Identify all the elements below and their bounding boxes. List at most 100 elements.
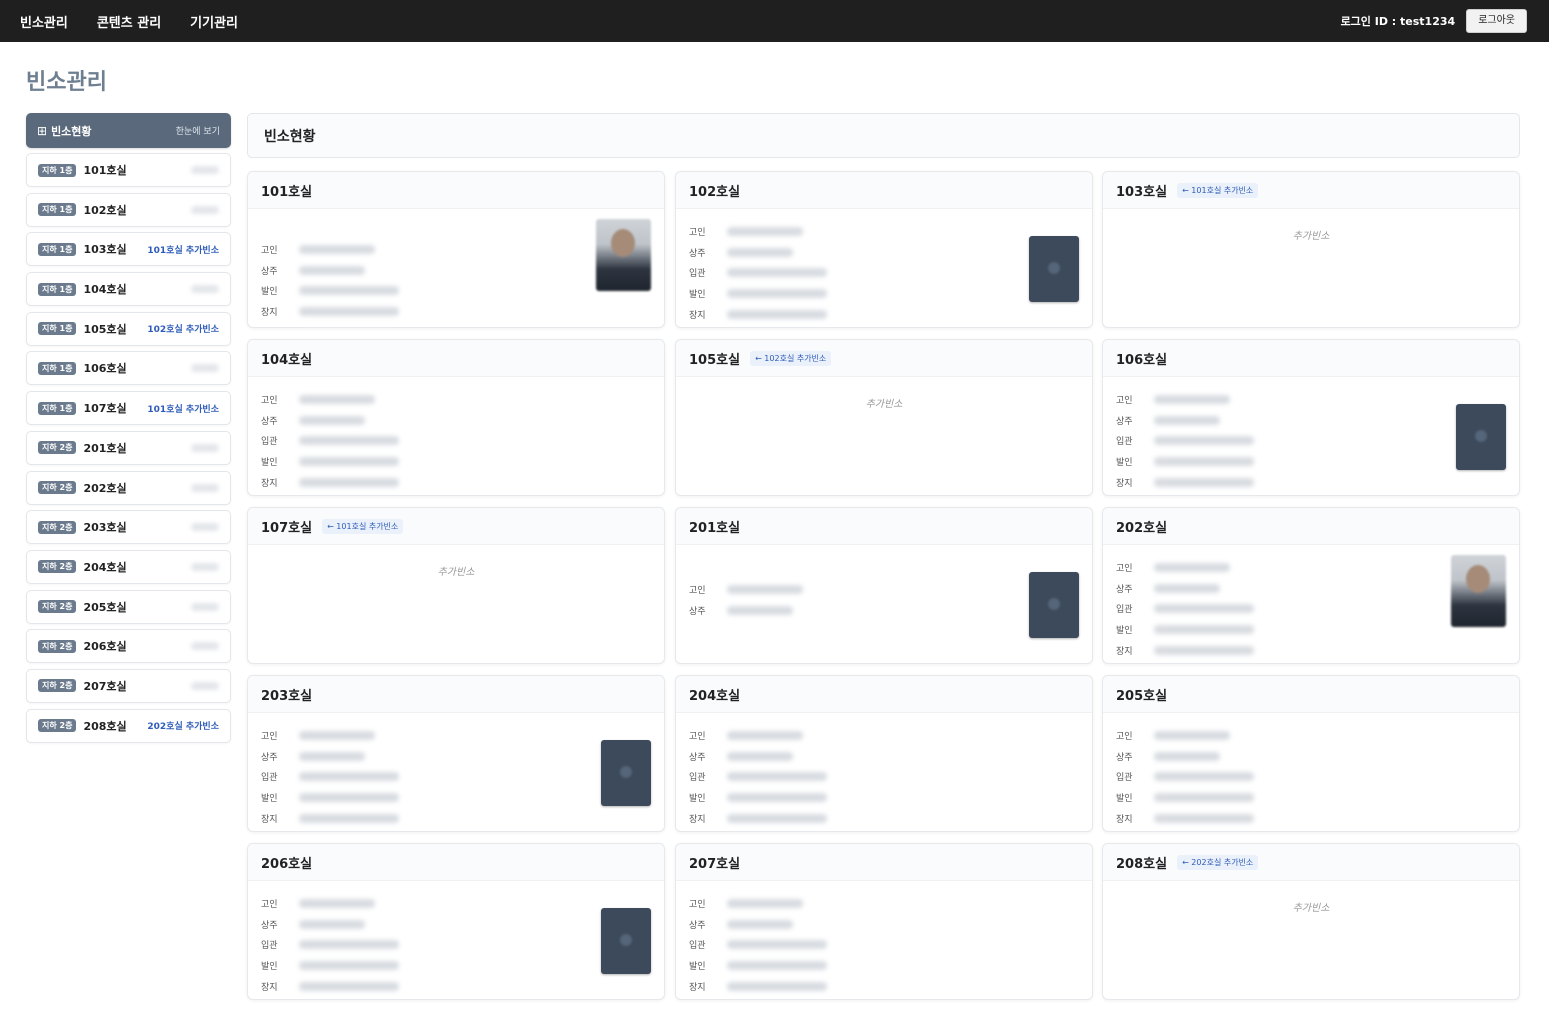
info-row: 장지 xyxy=(261,301,651,322)
room-card[interactable]: 105호실 ← 102호실 추가빈소 추가빈소 xyxy=(675,339,1093,496)
extra-room-tag: ← 101호실 추가빈소 xyxy=(1177,182,1259,198)
blurred-value xyxy=(1154,792,1254,802)
nav-funeral-room[interactable]: 빈소관리 xyxy=(20,12,68,31)
info-row-label: 고인 xyxy=(1116,731,1133,742)
room-card[interactable]: 106호실 고인 상주 입관 발인 장지 xyxy=(1102,339,1520,496)
room-card-title: 207호실 xyxy=(689,856,741,872)
room-card-header: 201호실 xyxy=(676,508,1092,545)
room-card[interactable]: 101호실 고인 상주 발인 장지 xyxy=(247,171,665,328)
room-card-title: 106호실 xyxy=(1116,352,1168,368)
info-row-label: 고인 xyxy=(261,731,278,742)
info-row-label: 입관 xyxy=(689,269,706,280)
blurred-value xyxy=(191,642,219,651)
room-card[interactable]: 207호실 고인 상주 입관 발인 장지 xyxy=(675,843,1093,1000)
info-row: 장지 xyxy=(689,976,1079,997)
blurred-value xyxy=(727,730,803,740)
room-card[interactable]: 202호실 고인 상주 입관 발인 장지 xyxy=(1102,507,1520,664)
room-card-header: 202호실 xyxy=(1103,508,1519,545)
floor-badge: 지하 1층 xyxy=(38,322,77,336)
room-card-title: 202호실 xyxy=(1116,520,1168,536)
sidebar-item-room[interactable]: 지하 2층 204호실 xyxy=(26,549,231,584)
sidebar-item-room[interactable]: 지하 1층 101호실 xyxy=(26,153,231,187)
login-id-label: 로그인 ID : test1234 xyxy=(1340,15,1456,28)
info-row: 상주 xyxy=(1116,410,1506,431)
sidebar-item-room[interactable]: 지하 2층 202호실 xyxy=(26,470,231,505)
blurred-value xyxy=(299,898,375,908)
nav-content[interactable]: 콘텐츠 관리 xyxy=(97,12,161,31)
sidebar-item-room[interactable]: 지하 2층 205호실 xyxy=(26,589,231,624)
room-card[interactable]: 104호실 고인 상주 입관 발인 장지 xyxy=(247,339,665,496)
info-row: 입관 xyxy=(261,934,651,955)
info-row: 입관 xyxy=(261,766,651,787)
room-card[interactable]: 206호실 고인 상주 입관 발인 장지 xyxy=(247,843,665,1000)
room-card[interactable]: 201호실 고인 상주 xyxy=(675,507,1093,664)
top-nav-bar: 빈소관리 콘텐츠 관리 기기관리 로그인 ID : test1234 로그아웃 xyxy=(0,0,1549,42)
blurred-value xyxy=(299,960,399,970)
page-title: 빈소관리 xyxy=(26,70,107,95)
sidebar-header-overview[interactable]: ⊞ 빈소현황 한눈에 보기 xyxy=(26,113,231,148)
sidebar-item-room[interactable]: 지하 2층 206호실 xyxy=(26,629,231,664)
info-row-label: 장지 xyxy=(261,307,278,318)
room-card[interactable]: 205호실 고인 상주 입관 발인 장지 xyxy=(1102,675,1520,832)
empty-extra-room-text: 추가빈소 xyxy=(1292,903,1330,914)
info-row-label: 상주 xyxy=(1116,584,1133,595)
sidebar-item-room[interactable]: 지하 1층 105호실 102호실 추가빈소 xyxy=(26,311,231,346)
info-row-label: 상주 xyxy=(689,606,706,617)
blurred-value xyxy=(191,523,219,532)
info-row: 발인 xyxy=(1116,619,1506,640)
room-card-body: 고인 상주 입관 발인 장지 xyxy=(248,881,664,999)
main-header-title: 빈소현황 xyxy=(264,128,316,145)
blurred-value xyxy=(727,288,827,298)
sidebar-item-room[interactable]: 지하 1층 106호실 xyxy=(26,351,231,386)
room-card[interactable]: 208호실 ← 202호실 추가빈소 추가빈소 xyxy=(1102,843,1520,1000)
sidebar-item-room[interactable]: 지하 1층 102호실 xyxy=(26,192,231,227)
blurred-value xyxy=(727,898,803,908)
info-row-label: 장지 xyxy=(689,310,706,321)
blurred-value xyxy=(727,309,827,319)
info-row-label: 장지 xyxy=(1116,478,1133,489)
room-card-header: 103호실 ← 101호실 추가빈소 xyxy=(1103,172,1519,209)
logout-button[interactable]: 로그아웃 xyxy=(1466,9,1527,33)
room-card-title: 103호실 xyxy=(1116,184,1168,200)
blurred-value xyxy=(727,960,827,970)
room-card[interactable]: 203호실 고인 상주 입관 발인 장지 xyxy=(247,675,665,832)
info-row-label: 발인 xyxy=(1116,793,1133,804)
sidebar-item-room[interactable]: 지하 2층 203호실 xyxy=(26,510,231,545)
room-card[interactable]: 103호실 ← 101호실 추가빈소추가빈소 xyxy=(1102,171,1520,328)
room-card-title: 105호실 xyxy=(689,352,741,368)
sidebar-item-room[interactable]: 지하 1층 107호실 101호실 추가빈소 xyxy=(26,391,231,426)
blurred-value xyxy=(1154,730,1230,740)
info-row: 발인 xyxy=(261,955,651,976)
blurred-value xyxy=(1154,562,1230,572)
info-row-label: 장지 xyxy=(689,814,706,825)
sidebar-item-label: 103호실 xyxy=(83,243,127,257)
blurred-value xyxy=(299,456,399,466)
view-all-link[interactable]: 한눈에 보기 xyxy=(176,124,220,137)
sidebar-item-label: 203호실 xyxy=(83,521,127,535)
grid-icon: ⊞ xyxy=(37,123,48,138)
sidebar: ⊞ 빈소현황 한눈에 보기 지하 1층 101호실 지하 1층 102호실 지하 1층 1… xyxy=(26,113,231,748)
room-card[interactable]: 102호실 고인 상주 입관 발인 장지 xyxy=(675,171,1093,328)
sidebar-item-room[interactable]: 지하 1층 103호실 101호실 추가빈소 xyxy=(26,232,231,267)
room-card-header: 106호실 xyxy=(1103,340,1519,377)
blurred-value xyxy=(1154,624,1254,634)
info-row: 발인 xyxy=(689,283,1079,304)
info-row-label: 입관 xyxy=(261,437,278,448)
sidebar-item-room[interactable]: 지하 1층 104호실 xyxy=(26,272,231,307)
info-row-label: 고인 xyxy=(1116,563,1133,574)
nav-device[interactable]: 기기관리 xyxy=(190,12,238,31)
sidebar-item-room[interactable]: 지하 2층 207호실 xyxy=(26,668,231,703)
room-card-body: 추가빈소 xyxy=(1103,209,1519,327)
blurred-value xyxy=(299,940,399,950)
blurred-value xyxy=(299,772,399,782)
room-card-title: 101호실 xyxy=(261,184,313,200)
room-card[interactable]: 107호실 ← 101호실 추가빈소 추가빈소 xyxy=(247,507,665,664)
info-row: 장지 xyxy=(1116,808,1506,829)
sidebar-item-room[interactable]: 지하 2층 208호실 202호실 추가빈소 xyxy=(26,708,231,743)
info-row-label: 발인 xyxy=(261,287,278,298)
info-row-label: 장지 xyxy=(261,982,278,993)
sidebar-item-room[interactable]: 지하 2층 201호실 xyxy=(26,430,231,465)
floor-badge: 지하 2층 xyxy=(38,600,77,614)
floor-badge: 지하 1층 xyxy=(38,282,77,296)
room-card[interactable]: 204호실 고인 상주 입관 발인 장지 xyxy=(675,675,1093,832)
